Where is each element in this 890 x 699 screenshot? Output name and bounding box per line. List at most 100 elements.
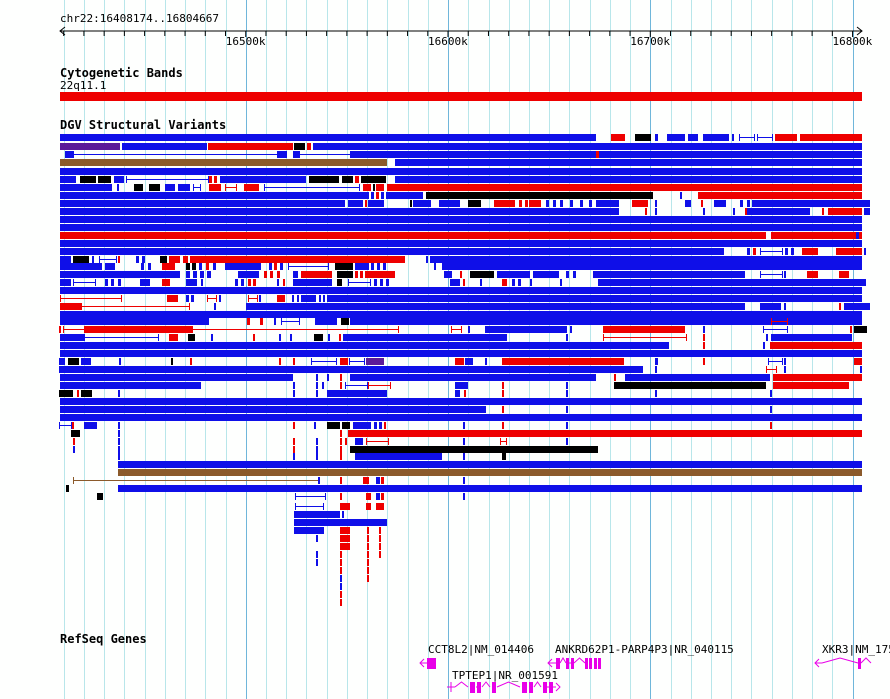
variant-segment[interactable] bbox=[367, 535, 369, 542]
variant-segment[interactable] bbox=[97, 493, 103, 500]
variant-segment[interactable] bbox=[463, 279, 465, 286]
variant-segment[interactable] bbox=[301, 295, 316, 302]
variant-segment[interactable] bbox=[340, 583, 342, 590]
variant-segment[interactable] bbox=[802, 248, 818, 255]
variant-segment[interactable] bbox=[248, 295, 258, 302]
variant-segment[interactable] bbox=[60, 287, 862, 294]
variant-segment[interactable] bbox=[703, 134, 729, 141]
variant-segment[interactable] bbox=[860, 366, 862, 373]
variant-segment[interactable] bbox=[500, 438, 507, 445]
variant-segment[interactable] bbox=[118, 430, 120, 437]
variant-segment[interactable] bbox=[784, 271, 786, 278]
variant-segment[interactable] bbox=[655, 358, 658, 365]
variant-segment[interactable] bbox=[463, 422, 465, 429]
variant-segment[interactable] bbox=[850, 326, 852, 333]
variant-segment[interactable] bbox=[207, 271, 211, 278]
variant-segment[interactable] bbox=[856, 232, 859, 239]
variant-segment[interactable] bbox=[105, 263, 115, 270]
variant-segment[interactable] bbox=[295, 279, 332, 286]
variant-segment[interactable] bbox=[186, 263, 190, 270]
variant-segment[interactable] bbox=[269, 263, 272, 270]
variant-segment[interactable] bbox=[134, 184, 143, 191]
variant-segment[interactable] bbox=[340, 453, 342, 460]
variant-segment[interactable] bbox=[316, 438, 318, 445]
variant-segment[interactable] bbox=[614, 382, 766, 389]
variant-segment[interactable] bbox=[771, 232, 862, 239]
variant-segment[interactable] bbox=[118, 461, 862, 468]
variant-segment[interactable] bbox=[360, 271, 363, 278]
variant-segment[interactable] bbox=[775, 134, 797, 141]
variant-segment[interactable] bbox=[209, 184, 221, 191]
variant-segment[interactable] bbox=[342, 511, 344, 518]
variant-segment[interactable] bbox=[84, 422, 97, 429]
variant-segment[interactable] bbox=[384, 422, 386, 429]
variant-segment[interactable] bbox=[747, 208, 810, 215]
variant-segment[interactable] bbox=[366, 493, 371, 500]
variant-segment[interactable] bbox=[766, 366, 777, 373]
variant-segment[interactable] bbox=[766, 334, 768, 341]
variant-segment[interactable] bbox=[340, 567, 342, 574]
variant-segment[interactable] bbox=[264, 184, 360, 191]
variant-segment[interactable] bbox=[148, 263, 151, 270]
variant-segment[interactable] bbox=[165, 184, 175, 191]
variant-segment[interactable] bbox=[340, 382, 342, 389]
variant-segment[interactable] bbox=[502, 382, 504, 389]
variant-segment[interactable] bbox=[839, 271, 849, 278]
variant-segment[interactable] bbox=[293, 358, 295, 365]
variant-segment[interactable] bbox=[60, 279, 71, 286]
variant-segment[interactable] bbox=[71, 430, 80, 437]
variant-segment[interactable] bbox=[864, 248, 866, 255]
variant-segment[interactable] bbox=[192, 263, 196, 270]
variant-segment[interactable] bbox=[171, 358, 173, 365]
variant-segment[interactable] bbox=[247, 318, 250, 325]
variant-segment[interactable] bbox=[367, 527, 369, 534]
variant-segment[interactable] bbox=[60, 143, 120, 150]
variant-segment[interactable] bbox=[259, 295, 261, 302]
variant-segment[interactable] bbox=[190, 256, 405, 263]
variant-segment[interactable] bbox=[340, 543, 350, 550]
variant-segment[interactable] bbox=[60, 200, 345, 207]
variant-segment[interactable] bbox=[60, 271, 180, 278]
variant-segment[interactable] bbox=[60, 303, 81, 310]
variant-segment[interactable] bbox=[293, 271, 298, 278]
variant-segment[interactable] bbox=[60, 134, 596, 141]
variant-segment[interactable] bbox=[426, 192, 653, 199]
variant-segment[interactable] bbox=[60, 232, 766, 239]
variant-segment[interactable] bbox=[785, 248, 788, 255]
variant-segment[interactable] bbox=[439, 200, 460, 207]
variant-segment[interactable] bbox=[345, 382, 368, 389]
variant-segment[interactable] bbox=[371, 192, 374, 199]
variant-segment[interactable] bbox=[343, 334, 507, 341]
variant-segment[interactable] bbox=[316, 453, 318, 460]
variant-segment[interactable] bbox=[376, 192, 379, 199]
variant-segment[interactable] bbox=[773, 374, 862, 381]
variant-segment[interactable] bbox=[323, 295, 325, 302]
variant-segment[interactable] bbox=[339, 334, 341, 341]
variant-segment[interactable] bbox=[136, 256, 139, 263]
variant-segment[interactable] bbox=[220, 176, 306, 183]
variant-segment[interactable] bbox=[270, 271, 273, 278]
variant-segment[interactable] bbox=[655, 366, 657, 373]
variant-segment[interactable] bbox=[297, 295, 299, 302]
variant-segment[interactable] bbox=[864, 208, 870, 215]
variant-segment[interactable] bbox=[635, 134, 651, 141]
variant-segment[interactable] bbox=[279, 334, 281, 341]
variant-segment[interactable] bbox=[178, 184, 190, 191]
variant-segment[interactable] bbox=[379, 422, 382, 429]
variant-segment[interactable] bbox=[73, 279, 96, 286]
variant-segment[interactable] bbox=[760, 248, 783, 255]
variant-segment[interactable] bbox=[502, 358, 624, 365]
variant-segment[interactable] bbox=[280, 263, 283, 270]
variant-segment[interactable] bbox=[698, 192, 862, 199]
variant-segment[interactable] bbox=[60, 398, 862, 405]
variant-segment[interactable] bbox=[386, 279, 389, 286]
variant-segment[interactable] bbox=[667, 134, 685, 141]
variant-segment[interactable] bbox=[345, 438, 347, 445]
variant-segment[interactable] bbox=[460, 271, 462, 278]
variant-segment[interactable] bbox=[836, 248, 862, 255]
variant-segment[interactable] bbox=[502, 390, 504, 397]
variant-segment[interactable] bbox=[253, 279, 256, 286]
variant-segment[interactable] bbox=[60, 414, 862, 421]
variant-segment[interactable] bbox=[274, 263, 277, 270]
variant-segment[interactable] bbox=[340, 527, 350, 534]
